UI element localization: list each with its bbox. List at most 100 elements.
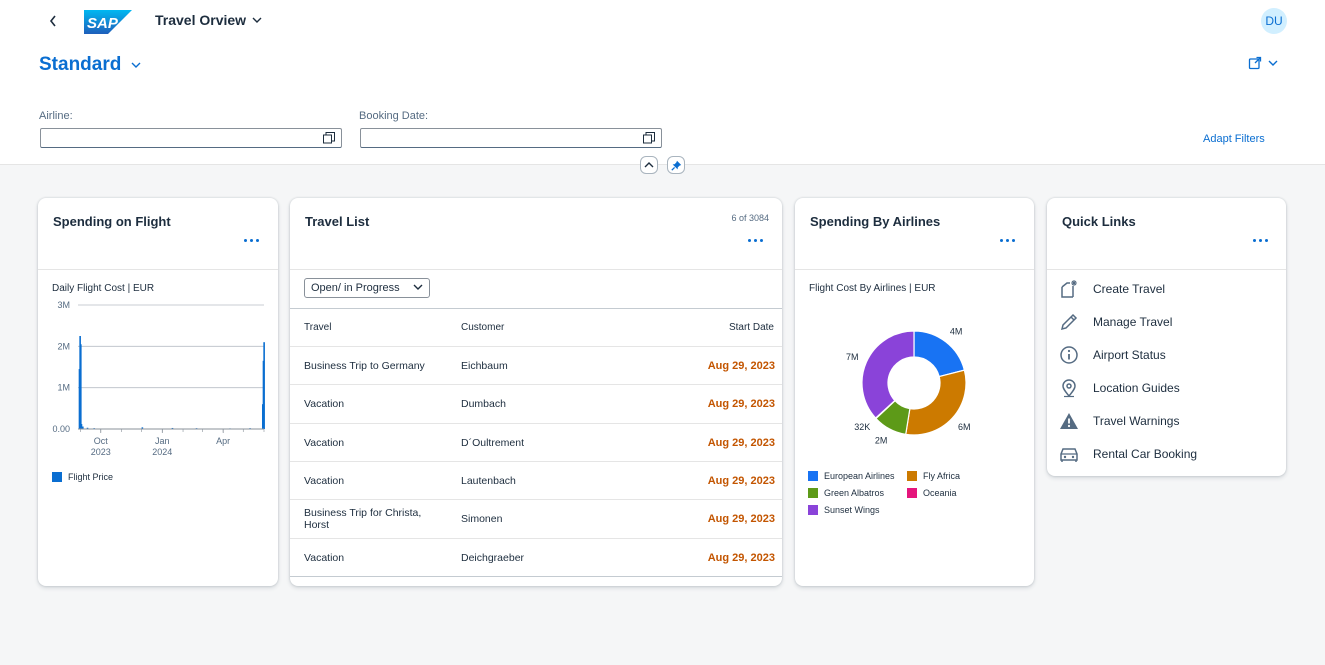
quick-link-rental-car[interactable]: Rental Car Booking (1059, 443, 1197, 465)
customer-cell: Eichbaum (461, 360, 508, 372)
table-row[interactable]: Vacation Lautenbach Aug 29, 2023 (290, 460, 782, 500)
column-header-start-date: Start Date (728, 322, 774, 333)
card-title: Quick Links (1062, 214, 1136, 229)
quick-link-create-travel[interactable]: Create Travel (1059, 278, 1165, 300)
legend-swatch (808, 488, 818, 498)
chevron-down-icon (131, 62, 141, 68)
quick-link-manage-travel[interactable]: Manage Travel (1059, 311, 1172, 333)
pie-slice[interactable] (913, 330, 966, 378)
legend-label: Oceania (923, 488, 957, 498)
travel-list-card: Travel List 6 of 3084 Open/ in Progress … (290, 198, 782, 586)
pie-slice[interactable] (861, 330, 915, 419)
customer-cell: D´Oultrement (461, 436, 525, 449)
booking-date-filter: Booking Date: (359, 110, 662, 148)
page-header: SAP Travel Orview DU Standard Airline: B… (0, 0, 1325, 165)
booking-date-input[interactable] (360, 128, 662, 148)
quick-link-travel-warnings[interactable]: Travel Warnings (1059, 410, 1179, 432)
value-help-icon[interactable] (323, 132, 335, 144)
customer-cell: Dumbach (461, 398, 506, 411)
create-travel-icon (1061, 280, 1077, 298)
table-row[interactable]: Business Trip for Christa, Horst Simonen A… (290, 499, 782, 538)
bar[interactable] (263, 342, 265, 429)
card-title: Spending on Flight (53, 214, 171, 229)
airline-input[interactable] (40, 128, 342, 148)
card-divider (795, 269, 1034, 270)
legend-item[interactable]: Sunset Wings (808, 505, 880, 515)
x-tick-label: Jan (155, 436, 170, 446)
status-filter-value: Open/ in Progress (311, 282, 400, 294)
travel-cell: Vacation (304, 436, 345, 449)
card-title: Travel List (305, 214, 370, 229)
more-button[interactable] (1250, 234, 1270, 246)
legend-label: European Airlines (824, 471, 895, 481)
start-date-cell: Aug 29, 2023 (707, 513, 775, 526)
chevron-down-icon (252, 17, 262, 23)
location-icon (1062, 379, 1076, 398)
table-row[interactable]: Vacation D´Oultrement Aug 29, 2023 (290, 422, 782, 462)
quick-links-card: Quick Links Create Travel Manage Travel … (1047, 198, 1286, 476)
variant-selector[interactable]: Standard (39, 54, 141, 76)
legend-item[interactable]: Green Albatros (808, 488, 884, 498)
value-help-icon[interactable] (643, 132, 655, 144)
legend-swatch (52, 472, 62, 482)
legend-item[interactable]: Oceania (907, 488, 957, 498)
more-button[interactable] (745, 234, 765, 246)
chart-legend[interactable]: Flight Price (52, 472, 113, 482)
table-row[interactable]: Business Trip to Germany Eichbaum Aug 29, … (290, 346, 782, 385)
sap-logo[interactable]: SAP (84, 10, 132, 34)
start-date-cell: Aug 29, 2023 (707, 436, 775, 449)
more-button[interactable] (241, 234, 261, 246)
chart-subtitle: Flight Cost By Airlines | EUR (809, 283, 936, 294)
legend-swatch (808, 471, 818, 481)
chart-subtitle: Daily Flight Cost | EUR (52, 283, 155, 294)
customer-cell: Lautenbach (461, 474, 516, 487)
card-title: Spending By Airlines (810, 214, 941, 229)
slice-data-label: 6M (958, 422, 971, 432)
legend-item[interactable]: Fly Africa (907, 471, 960, 481)
legend-label: Fly Africa (923, 471, 961, 481)
card-divider (1047, 269, 1286, 270)
x-tick-label: Apr (216, 436, 230, 446)
card-divider (290, 269, 782, 270)
table-bottom-border (290, 575, 782, 578)
app-title: Travel Orview (155, 12, 247, 28)
customer-cell: Simonen (461, 513, 503, 526)
pie-slice[interactable] (905, 369, 967, 436)
quick-link-label: Create Travel (1093, 282, 1166, 296)
legend-label: Sunset Wings (824, 505, 880, 515)
quick-link-airport-status[interactable]: Airport Status (1059, 344, 1166, 366)
item-count: 6 of 3084 (731, 213, 769, 223)
status-filter-select[interactable]: Open/ in Progress (304, 278, 430, 298)
app-title-menu[interactable]: Travel Orview (155, 12, 262, 28)
travel-cell: Vacation (304, 474, 345, 487)
quick-link-location-guides[interactable]: Location Guides (1059, 377, 1180, 399)
table-row[interactable]: Vacation Dumbach Aug 29, 2023 (290, 384, 782, 423)
flight-cost-chart[interactable]: 0.00 1M 2M 3M Oct2023 Jan2024 Apr (38, 298, 278, 468)
legend-item[interactable]: European Airlines (808, 471, 895, 481)
chevron-down-icon (413, 284, 423, 290)
legend-swatch (808, 505, 818, 515)
legend-swatch (907, 488, 917, 498)
more-button[interactable] (997, 234, 1017, 246)
spending-by-airlines-card: Spending By Airlines Flight Cost By Airl… (795, 198, 1034, 586)
airlines-donut-chart[interactable]: 4M 6M 2M 32K 7M (795, 318, 1034, 458)
share-button[interactable] (1248, 56, 1278, 70)
collapse-header-button[interactable] (640, 156, 658, 174)
x-tick-sublabel: 2023 (91, 447, 111, 457)
slice-data-label: 7M (846, 352, 859, 362)
chevron-left-icon (49, 15, 56, 27)
table-row[interactable]: Vacation Deichgraeber Aug 29, 2023 (290, 537, 782, 577)
y-tick-label: 2M (57, 341, 70, 351)
back-button[interactable] (48, 11, 66, 31)
bar[interactable] (80, 344, 82, 429)
chevron-down-icon (1268, 60, 1278, 66)
user-avatar[interactable]: DU (1261, 8, 1287, 34)
pin-header-button[interactable] (667, 156, 685, 174)
start-date-cell: Aug 29, 2023 (707, 474, 775, 487)
adapt-filters-link[interactable]: Adapt Filters (1203, 133, 1265, 145)
airline-filter: Airline: (39, 110, 342, 148)
sap-logo-text: SAP (87, 15, 119, 32)
variant-title: Standard (39, 54, 122, 75)
info-icon (1060, 346, 1078, 364)
share-icon (1248, 56, 1262, 70)
